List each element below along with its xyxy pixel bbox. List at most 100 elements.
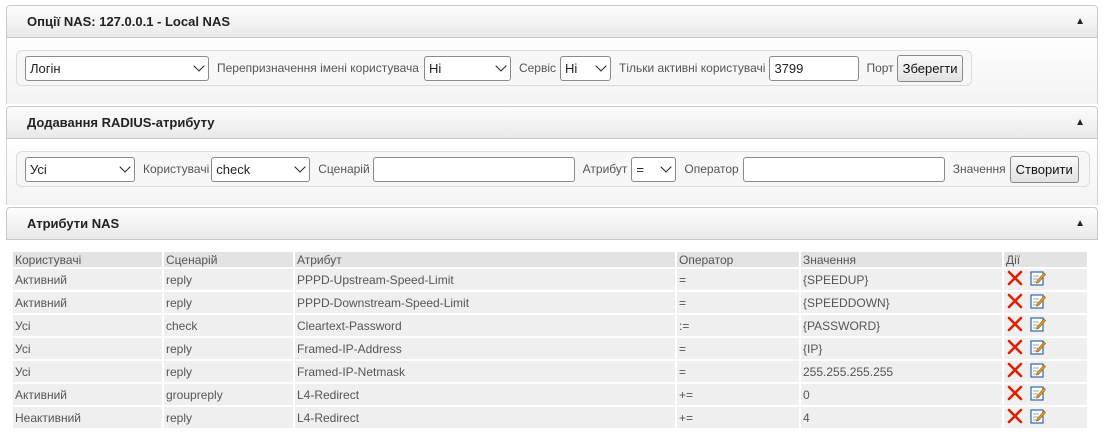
cell-value: {SPEEDUP} — [801, 269, 1002, 290]
nas-attrs-panel: Атрибути NAS ▲ — [6, 207, 1098, 240]
add-attr-panel: Додавання RADIUS-атрибуту ▲ — [6, 106, 1098, 139]
edit-icon[interactable] — [1030, 293, 1047, 312]
cell-users: Активний — [13, 384, 162, 405]
cell-users: Активний — [13, 292, 162, 313]
active-only-label: Тільки активні користувачі — [619, 61, 766, 75]
operator-select[interactable]: = — [631, 156, 677, 182]
cell-operator: := — [677, 315, 799, 336]
service-select[interactable]: Ні — [560, 55, 611, 81]
value-label: Значення — [952, 162, 1006, 176]
column-header[interactable]: Оператор — [677, 252, 799, 267]
cell-scenario: reply — [164, 338, 293, 359]
port-label: Порт — [866, 61, 894, 75]
cell-actions — [1004, 361, 1087, 382]
cell-attribute: L4-Redirect — [295, 407, 675, 428]
delete-icon[interactable] — [1007, 408, 1023, 427]
cell-operator: = — [677, 292, 799, 313]
delete-icon[interactable] — [1007, 316, 1023, 335]
column-header[interactable]: Значення — [801, 252, 1002, 267]
cell-attribute: PPPD-Downstream-Speed-Limit — [295, 292, 675, 313]
scenario-select[interactable]: check — [211, 156, 311, 182]
collapse-triangle-icon[interactable]: ▲ — [1075, 117, 1085, 128]
port-input[interactable] — [769, 55, 860, 81]
cell-value: {SPEEDDOWN} — [801, 292, 1002, 313]
nas-attrs-table-wrap: Користувачі Сценарій Атрибут Оператор Зн… — [11, 250, 1089, 430]
delete-icon[interactable] — [1007, 385, 1023, 404]
add-attr-header[interactable]: Додавання RADIUS-атрибуту ▲ — [6, 106, 1098, 139]
cell-scenario: groupreply — [164, 384, 293, 405]
cell-operator: = — [677, 361, 799, 382]
table-row[interactable]: Усі reply Framed-IP-Address = {IP} — [13, 338, 1087, 359]
cell-operator: += — [677, 384, 799, 405]
add-attr-title: Додавання RADIUS-атрибуту — [27, 115, 215, 130]
nas-options-header[interactable]: Опції NAS: 127.0.0.1 - Local NAS ▲ — [6, 5, 1098, 38]
scenario-input[interactable] — [372, 156, 575, 182]
edit-icon[interactable] — [1030, 385, 1047, 404]
save-button[interactable]: Зберегти — [896, 54, 964, 82]
create-button[interactable]: Створити — [1009, 155, 1079, 183]
nas-options-title: Опції NAS: 127.0.0.1 - Local NAS — [27, 14, 231, 29]
cell-value: 4 — [801, 407, 1002, 428]
edit-icon[interactable] — [1030, 270, 1047, 289]
operator-label: Оператор — [684, 162, 739, 176]
delete-icon[interactable] — [1007, 339, 1023, 358]
column-header[interactable]: Користувачі — [13, 252, 162, 267]
delete-icon[interactable] — [1007, 362, 1023, 381]
attribute-label: Атрибут — [582, 162, 628, 176]
cell-operator: = — [677, 269, 799, 290]
edit-icon[interactable] — [1030, 316, 1047, 335]
table-row[interactable]: Усі check Cleartext-Password := {PASSWOR… — [13, 315, 1087, 336]
cell-users: Неактивний — [13, 407, 162, 428]
add-attr-form: Усі Користувачі check Сценарій Атрибут =… — [16, 151, 1090, 187]
override-label: Перепризначення імені користувача — [217, 61, 419, 75]
table-row[interactable]: Усі reply Framed-IP-Netmask = 255.255.25… — [13, 361, 1087, 382]
cell-attribute: Framed-IP-Address — [295, 338, 675, 359]
scenario-label: Сценарій — [318, 162, 370, 176]
login-select[interactable]: Логін — [25, 55, 209, 81]
column-header[interactable]: Сценарій — [164, 252, 293, 267]
cell-scenario: reply — [164, 269, 293, 290]
users-label: Користувачі — [143, 162, 210, 176]
cell-users: Усі — [13, 338, 162, 359]
cell-value: 255.255.255.255 — [801, 361, 1002, 382]
collapse-triangle-icon[interactable]: ▲ — [1075, 16, 1085, 27]
cell-attribute: L4-Redirect — [295, 384, 675, 405]
cell-attribute: PPPD-Upstream-Speed-Limit — [295, 269, 675, 290]
cell-actions — [1004, 292, 1087, 313]
edit-icon[interactable] — [1030, 339, 1047, 358]
cell-users: Активний — [13, 269, 162, 290]
nas-attrs-title: Атрибути NAS — [27, 216, 120, 231]
cell-scenario: reply — [164, 292, 293, 313]
cell-users: Усі — [13, 361, 162, 382]
delete-icon[interactable] — [1007, 293, 1023, 312]
table-header-row: Користувачі Сценарій Атрибут Оператор Зн… — [13, 252, 1087, 267]
cell-actions — [1004, 384, 1087, 405]
cell-attribute: Framed-IP-Netmask — [295, 361, 675, 382]
cell-users: Усі — [13, 315, 162, 336]
collapse-triangle-icon[interactable]: ▲ — [1075, 218, 1085, 229]
nas-attrs-table: Користувачі Сценарій Атрибут Оператор Зн… — [11, 250, 1089, 430]
cell-attribute: Cleartext-Password — [295, 315, 675, 336]
cell-value: {IP} — [801, 338, 1002, 359]
users-select[interactable]: Усі — [25, 156, 135, 182]
cell-value: 0 — [801, 384, 1002, 405]
cell-actions — [1004, 407, 1087, 428]
nas-attrs-header[interactable]: Атрибути NAS ▲ — [6, 207, 1098, 240]
table-row[interactable]: Активний groupreply L4-Redirect += 0 — [13, 384, 1087, 405]
table-row[interactable]: Активний reply PPPD-Upstream-Speed-Limit… — [13, 269, 1087, 290]
edit-icon[interactable] — [1030, 362, 1047, 381]
cell-actions — [1004, 269, 1087, 290]
column-header[interactable]: Атрибут — [295, 252, 675, 267]
operator-input[interactable] — [742, 156, 945, 182]
cell-value: {PASSWORD} — [801, 315, 1002, 336]
cell-operator: += — [677, 407, 799, 428]
delete-icon[interactable] — [1007, 270, 1023, 289]
service-label: Сервіс — [518, 61, 556, 75]
edit-icon[interactable] — [1030, 408, 1047, 427]
table-row[interactable]: Активний reply PPPD-Downstream-Speed-Lim… — [13, 292, 1087, 313]
override-select[interactable]: Ні — [423, 55, 511, 81]
cell-actions — [1004, 338, 1087, 359]
table-row[interactable]: Неактивний reply L4-Redirect += 4 — [13, 407, 1087, 428]
cell-scenario: check — [164, 315, 293, 336]
cell-actions — [1004, 315, 1087, 336]
